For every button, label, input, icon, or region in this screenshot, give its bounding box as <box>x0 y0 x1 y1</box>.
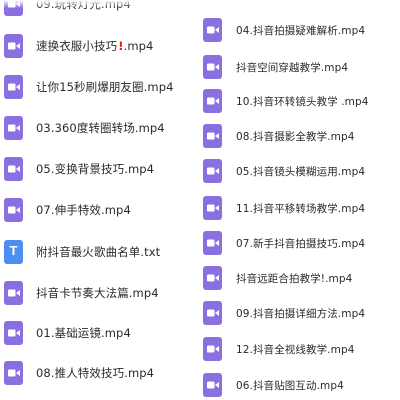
file-name: 附抖音最火歌曲名单.txt <box>36 244 160 260</box>
file-name-text: 速换衣服小技巧 <box>36 39 118 53</box>
file-name: 抖音远距合拍教学!.mp4 <box>236 271 352 286</box>
file-item[interactable]: T 附抖音最火歌曲名单.txt <box>4 237 160 267</box>
file-name-text: 11.抖音平移转场教学.mp4 <box>236 202 366 215</box>
file-name: 10.抖音环转镜头教学 .mp4 <box>236 94 369 109</box>
file-name-text: 12.抖音全视线教学.mp4 <box>236 343 355 356</box>
file-name-text: 抖音卡节奏大法篇.mp4 <box>36 286 159 300</box>
file-name-text: 05.变换背景技巧.mp4 <box>36 162 155 176</box>
file-name: 04.抖音拍摄疑难解析.mp4 <box>236 23 365 38</box>
file-name-text: 10.抖音环转镜头教学 .mp4 <box>236 95 369 108</box>
file-browser: 09.玩转灯光.mp4速换衣服小技巧!.mp4让你15秒刷爆朋友圈.mp403.… <box>0 0 400 400</box>
file-item[interactable]: 04.抖音拍摄疑难解析.mp4 <box>203 15 365 45</box>
video-icon <box>203 159 222 183</box>
file-item[interactable]: 11.抖音平移转场教学.mp4 <box>203 193 365 223</box>
file-name-text: 06.抖音贴图互动.mp4 <box>236 379 344 392</box>
video-icon <box>203 337 222 361</box>
video-icon <box>203 196 222 220</box>
video-icon <box>203 18 222 42</box>
file-item[interactable]: 抖音远距合拍教学!.mp4 <box>203 263 352 293</box>
file-name-text: 01.基础运镜.mp4 <box>36 326 131 340</box>
file-name: 12.抖音全视线教学.mp4 <box>236 342 355 357</box>
file-name: 07.新手抖音拍摄技巧.mp4 <box>236 236 365 251</box>
file-extension: .mp4 <box>123 39 154 53</box>
file-item[interactable]: 抖音空间穿越教学.mp4 <box>203 52 348 82</box>
file-item[interactable]: 03.360度转圈转场.mp4 <box>4 113 165 143</box>
file-name-text: 附抖音最火歌曲名单.txt <box>36 245 161 259</box>
video-icon <box>4 198 23 222</box>
file-item[interactable]: 07.伸手特效.mp4 <box>4 195 131 225</box>
file-name: 08.推人特效技巧.mp4 <box>36 365 154 381</box>
video-icon <box>203 301 222 325</box>
file-name: 11.抖音平移转场教学.mp4 <box>236 201 365 216</box>
video-icon <box>203 124 222 148</box>
file-name-text: 抖音远距合拍教学!.mp4 <box>236 272 353 285</box>
file-name: 07.伸手特效.mp4 <box>36 202 131 218</box>
file-name: 抖音卡节奏大法篇.mp4 <box>36 285 159 301</box>
file-name-text: 04.抖音拍摄疑难解析.mp4 <box>236 24 366 37</box>
file-item[interactable]: 06.抖音贴图互动.mp4 <box>203 370 344 400</box>
file-item[interactable]: 05.变换背景技巧.mp4 <box>4 154 154 184</box>
file-item[interactable]: 速换衣服小技巧!.mp4 <box>4 31 153 61</box>
text-file-icon: T <box>4 240 23 264</box>
file-item[interactable]: 05.抖音镜头模糊运用.mp4 <box>203 156 365 186</box>
text-file-glyph: T <box>9 243 18 258</box>
file-name-text: 07.伸手特效.mp4 <box>36 203 131 217</box>
file-name-text: 07.新手抖音拍摄技巧.mp4 <box>236 237 366 250</box>
file-name: 抖音空间穿越教学.mp4 <box>236 60 348 75</box>
file-item[interactable]: 让你15秒刷爆朋友圈.mp4 <box>4 72 174 102</box>
video-icon <box>203 55 222 79</box>
file-name-text: 让你15秒刷爆朋友圈.mp4 <box>36 80 174 94</box>
file-name: 08.抖音摄影全教学.mp4 <box>236 129 355 144</box>
file-item[interactable]: 10.抖音环转镜头教学 .mp4 <box>203 86 369 116</box>
file-item[interactable]: 09.抖音拍摄详细方法.mp4 <box>203 298 365 328</box>
file-item[interactable]: 抖音卡节奏大法篇.mp4 <box>4 278 159 308</box>
file-name: 05.变换背景技巧.mp4 <box>36 161 154 177</box>
video-icon <box>4 361 23 385</box>
file-name-text: 08.推人特效技巧.mp4 <box>36 366 155 380</box>
video-icon <box>4 116 23 140</box>
file-item[interactable]: 12.抖音全视线教学.mp4 <box>203 334 355 364</box>
file-item[interactable]: 08.抖音摄影全教学.mp4 <box>203 121 355 151</box>
file-item[interactable]: 08.推人特效技巧.mp4 <box>4 358 154 388</box>
video-icon <box>4 281 23 305</box>
video-icon <box>4 75 23 99</box>
file-name-text: 08.抖音摄影全教学.mp4 <box>236 130 355 143</box>
file-name: 05.抖音镜头模糊运用.mp4 <box>236 164 365 179</box>
file-name-text: 09.抖音拍摄详细方法.mp4 <box>236 307 366 320</box>
video-icon <box>4 34 23 58</box>
file-name-text: 05.抖音镜头模糊运用.mp4 <box>236 165 366 178</box>
file-name: 09.抖音拍摄详细方法.mp4 <box>236 306 365 321</box>
file-name: 03.360度转圈转场.mp4 <box>36 120 165 136</box>
video-icon <box>4 321 23 345</box>
top-fade <box>0 0 400 8</box>
video-icon <box>203 373 222 397</box>
file-name: 01.基础运镜.mp4 <box>36 325 131 341</box>
file-name: 速换衣服小技巧!.mp4 <box>36 38 153 54</box>
file-name: 06.抖音贴图互动.mp4 <box>236 378 344 393</box>
file-item[interactable]: 01.基础运镜.mp4 <box>4 318 131 348</box>
video-icon <box>203 89 222 113</box>
file-item[interactable]: 07.新手抖音拍摄技巧.mp4 <box>203 228 365 258</box>
video-icon <box>4 157 23 181</box>
file-name: 让你15秒刷爆朋友圈.mp4 <box>36 79 174 95</box>
video-icon <box>203 231 222 255</box>
file-name-text: 抖音空间穿越教学.mp4 <box>236 61 349 74</box>
video-icon <box>203 266 222 290</box>
file-name-text: 03.360度转圈转场.mp4 <box>36 121 165 135</box>
